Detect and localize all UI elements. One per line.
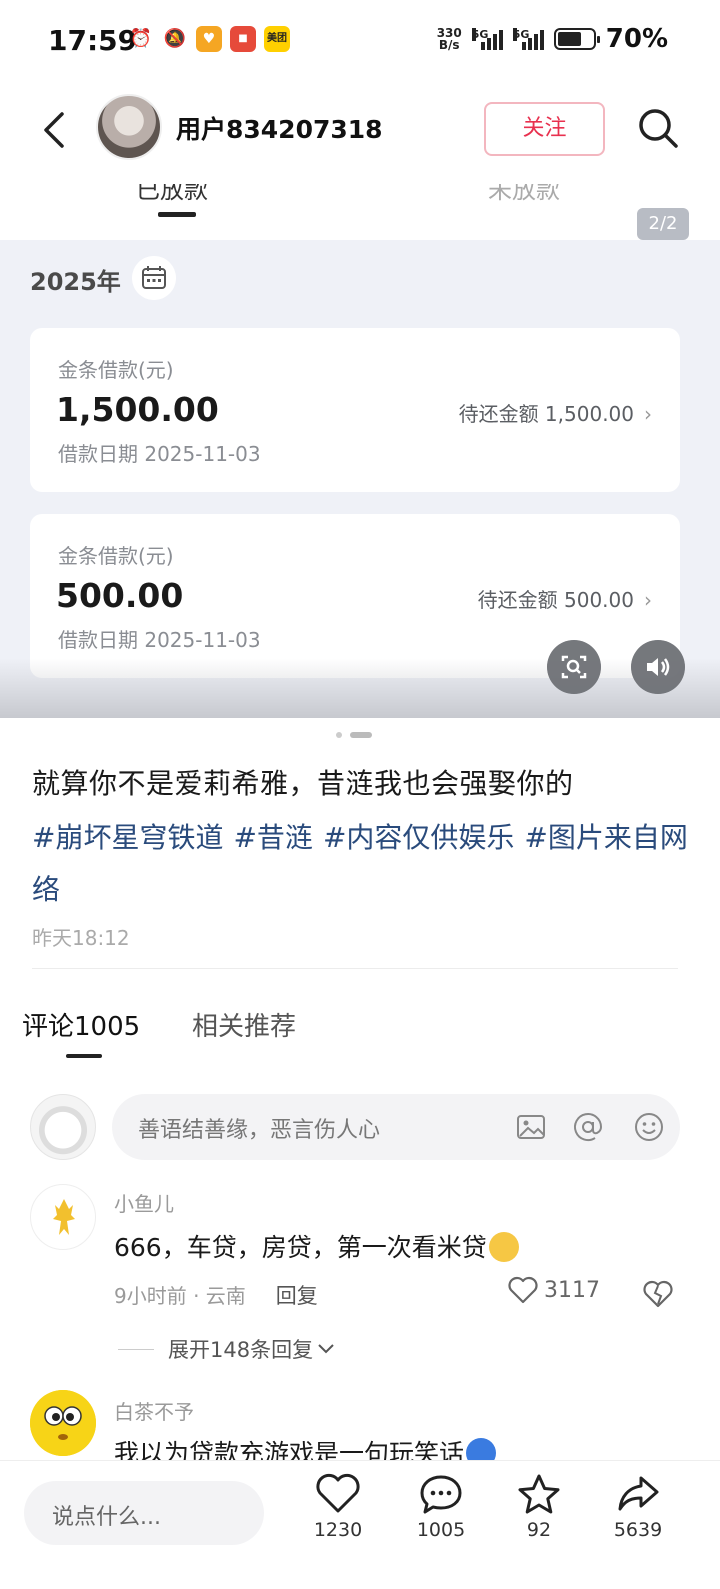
post-tags: #崩坏星穹铁道 #昔涟 #内容仅供娱乐 #图片来自网络 <box>32 812 692 916</box>
commenter-avatar[interactable] <box>30 1390 96 1456</box>
image-tab-disbursed: 已放款 <box>136 184 208 204</box>
commenter-name[interactable]: 小鱼儿 <box>114 1188 174 1217</box>
hashtag[interactable]: #崩坏星穹铁道 <box>32 821 223 854</box>
tab-underline <box>158 212 196 217</box>
author-avatar[interactable] <box>96 94 162 160</box>
mention-icon[interactable] <box>571 1110 605 1144</box>
image-tabs: 已放款 未放款 <box>0 184 720 240</box>
commenter-name[interactable]: 白茶不予 <box>114 1396 194 1425</box>
image-tab-undisbursed: 未放款 <box>488 184 560 204</box>
favorite-button[interactable]: 92 <box>499 1473 579 1541</box>
loan-date: 借款日期 2025-11-03 <box>58 628 261 652</box>
comment-meta: 9小时前 · 云南 回复 <box>114 1284 318 1308</box>
tab-underline <box>66 1054 102 1058</box>
comment-input-placeholder: 善语结善缘，恶言伤人心 <box>138 1118 381 1143</box>
loan-amount: 1,500.00 <box>56 390 219 429</box>
chevron-down-icon <box>318 1344 334 1354</box>
hashtag[interactable]: #昔涟 <box>233 821 312 854</box>
image-search-icon[interactable] <box>547 640 601 694</box>
share-icon <box>618 1476 659 1511</box>
mute-icon: 🔕 <box>163 28 187 49</box>
commenter-avatar[interactable] <box>30 1184 96 1250</box>
loan-amount: 500.00 <box>56 576 184 615</box>
image-page-indicator: 2/2 <box>637 208 689 240</box>
post-image[interactable]: 已放款 未放款 2/2 2025年 金条借款(元) 1,500.00 借款日期 … <box>0 184 720 718</box>
loan-card: 金条借款(元) 1,500.00 借款日期 2025-11-03 待还金额 1,… <box>30 328 680 492</box>
carousel-dots <box>336 732 372 738</box>
hashtag[interactable]: #内容仅供娱乐 <box>323 821 514 854</box>
star-icon <box>518 1474 560 1514</box>
battery-icon <box>553 28 600 50</box>
heart-icon <box>316 1473 360 1513</box>
search-icon[interactable] <box>636 106 680 150</box>
meituan-icon: 美团 <box>264 26 290 52</box>
like-count: 1230 <box>313 1519 363 1541</box>
sound-icon[interactable] <box>631 640 685 694</box>
carousel-dot <box>336 732 342 738</box>
bottom-action-bar: 说点什么... 1230 1005 92 5639 <box>0 1460 720 1589</box>
share-count: 5639 <box>613 1519 663 1541</box>
grin-emoji-icon <box>488 1232 519 1262</box>
chevron-right-icon: › <box>644 588 652 612</box>
loan-pending: 待还金额 1,500.00 › <box>458 402 652 426</box>
author-name[interactable]: 用户834207318 <box>176 110 383 146</box>
tab-comments[interactable]: 评论1005 <box>22 1006 140 1043</box>
back-arrow-icon[interactable] <box>36 110 76 150</box>
say-something-input[interactable]: 说点什么... <box>24 1481 264 1545</box>
comment-text: 666，车贷，房贷，第一次看米贷 <box>114 1228 519 1264</box>
carousel-dot-active <box>350 732 372 738</box>
comment-count: 1005 <box>416 1519 466 1541</box>
expand-replies-button[interactable]: 展开148条回复 <box>118 1334 335 1364</box>
image-shade <box>0 658 720 718</box>
signal-icon: 5G <box>471 28 503 50</box>
signal-icon: 5G <box>512 28 544 50</box>
loan-type: 金条借款(元) <box>58 544 174 568</box>
yellow-figure-icon <box>53 1199 75 1235</box>
network-speed: 330 B/s <box>436 26 462 52</box>
post-title: 就算你不是爱莉希雅，昔涟我也会强娶你的 <box>32 767 574 800</box>
comment-icon <box>420 1475 462 1514</box>
post-detail-page: 17:59 ⏰ 🔕 ♥ ■ 美团 330 B/s 5G 5G 70% 用户834… <box>0 0 720 1589</box>
comment-input[interactable]: 善语结善缘，恶言伤人心 <box>112 1094 680 1160</box>
status-time: 17:59 <box>48 24 138 57</box>
image-icon[interactable] <box>514 1110 548 1144</box>
app-notification-icon: ■ <box>230 26 256 52</box>
share-button[interactable]: 5639 <box>598 1473 678 1541</box>
year-label: 2025年 <box>30 268 121 296</box>
status-bar: 17:59 ⏰ 🔕 ♥ ■ 美团 330 B/s 5G 5G 70% <box>0 0 720 84</box>
favorite-count: 92 <box>526 1519 552 1541</box>
status-icons: ⏰ 🔕 ♥ ■ 美团 <box>128 26 290 52</box>
calendar-icon <box>132 256 176 300</box>
follow-button[interactable]: 关注 <box>484 102 605 156</box>
post-time: 昨天18:12 <box>32 926 130 950</box>
tab-related[interactable]: 相关推荐 <box>192 1006 296 1043</box>
battery-percent: 70% <box>605 24 668 54</box>
status-right: 330 B/s 5G 5G 70% <box>437 24 668 54</box>
face-emoji-icon <box>30 1390 96 1456</box>
header: 用户834207318 关注 <box>0 84 720 184</box>
loan-type: 金条借款(元) <box>58 358 174 382</box>
emoji-icon[interactable] <box>632 1110 666 1144</box>
app-notification-icon: ♥ <box>196 26 222 52</box>
like-button[interactable]: 1230 <box>298 1473 378 1541</box>
my-avatar <box>30 1094 96 1160</box>
heart-icon <box>508 1276 538 1304</box>
comment-button[interactable]: 1005 <box>401 1473 481 1541</box>
comment-like-button[interactable]: 3117 <box>508 1276 600 1304</box>
dislike-icon[interactable] <box>642 1278 674 1310</box>
reply-button[interactable]: 回复 <box>276 1284 318 1308</box>
divider <box>32 968 678 969</box>
chevron-right-icon: › <box>644 402 652 426</box>
loan-pending: 待还金额 500.00 › <box>477 588 652 612</box>
loan-date: 借款日期 2025-11-03 <box>58 442 261 466</box>
alarm-icon: ⏰ <box>129 28 153 49</box>
